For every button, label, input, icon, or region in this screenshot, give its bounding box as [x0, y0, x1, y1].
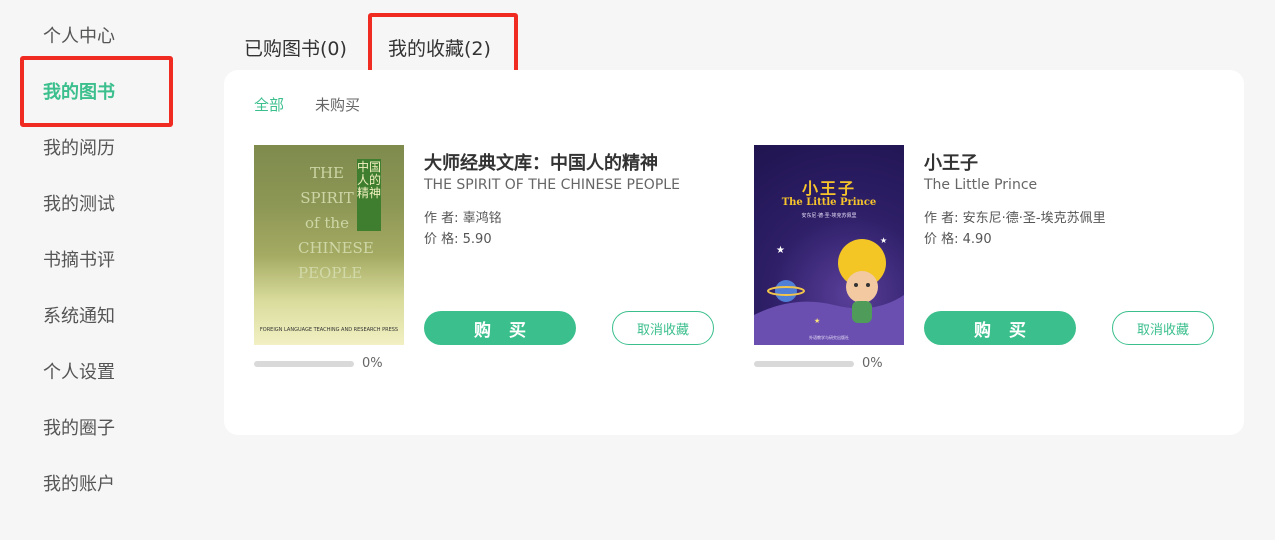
- highlight-box-my-books: [20, 56, 173, 127]
- cover-title-cn: 小王子: [801, 179, 856, 198]
- filter-all[interactable]: 全部: [254, 94, 284, 115]
- reading-progress-text: 0%: [362, 356, 383, 371]
- sidebar-item-system-notifications[interactable]: 系统通知: [43, 304, 115, 330]
- svg-text:★: ★: [814, 317, 820, 325]
- book-cover-image[interactable]: THE SPIRIT of the CHINESE PEOPLE 中国人的精神 …: [254, 145, 404, 345]
- book-price: 价 格: 5.90: [424, 232, 492, 247]
- favorites-panel: 全部 未购买 THE SPIRIT of the CHINESE PEOPLE …: [224, 70, 1244, 435]
- sidebar-item-my-tests[interactable]: 我的测试: [43, 192, 115, 218]
- cover-band-text: 中国人的精神: [357, 159, 381, 231]
- book-subtitle: THE SPIRIT OF THE CHINESE PEOPLE: [424, 177, 680, 193]
- tab-purchased-books[interactable]: 已购图书(0): [244, 34, 347, 61]
- sidebar-item-personal-center[interactable]: 个人中心: [43, 24, 115, 50]
- filter-not-purchased[interactable]: 未购买: [315, 94, 360, 115]
- sidebar-item-my-account[interactable]: 我的账户: [43, 472, 115, 498]
- book-price: 价 格: 4.90: [924, 232, 992, 247]
- book-card: THE SPIRIT of the CHINESE PEOPLE 中国人的精神 …: [254, 145, 714, 385]
- sidebar-item-reading-history[interactable]: 我的阅历: [43, 136, 115, 162]
- cover-title-text: THE SPIRIT of the CHINESE PEOPLE: [298, 164, 374, 282]
- sidebar-item-personal-settings[interactable]: 个人设置: [43, 360, 115, 386]
- highlight-box-favorites-tab: [368, 13, 518, 77]
- reading-progress-bar: [254, 361, 354, 367]
- book-author: 作 者: 辜鸿铭: [424, 211, 502, 226]
- book-title[interactable]: 小王子: [924, 149, 978, 175]
- reading-progress-bar: [754, 361, 854, 367]
- book-cover-image[interactable]: ★ ★ ★ 小王子 The Little Prince 安东尼·德·圣-埃克苏佩…: [754, 145, 904, 345]
- sidebar-item-excerpts-reviews[interactable]: 书摘书评: [43, 248, 115, 274]
- unfavorite-button[interactable]: 取消收藏: [1112, 311, 1214, 345]
- svg-text:★: ★: [880, 236, 887, 245]
- cover-title-en: The Little Prince: [781, 197, 877, 208]
- reading-progress-text: 0%: [862, 356, 883, 371]
- book-author: 作 者: 安东尼·德·圣-埃克苏佩里: [924, 211, 1106, 226]
- cover-publisher-text: FOREIGN LANGUAGE TEACHING AND RESEARCH P…: [259, 327, 399, 333]
- book-card: ★ ★ ★ 小王子 The Little Prince 安东尼·德·圣-埃克苏佩…: [754, 145, 1214, 385]
- sidebar-item-my-circles[interactable]: 我的圈子: [43, 416, 115, 442]
- cover-author-line: 安东尼·德·圣-埃克苏佩里: [801, 213, 857, 219]
- book-title[interactable]: 大师经典文库：中国人的精神: [424, 149, 658, 175]
- cover-publisher-text: 外语教学与研究出版社: [809, 335, 849, 340]
- unfavorite-button[interactable]: 取消收藏: [612, 311, 714, 345]
- svg-text:★: ★: [776, 245, 785, 256]
- book-subtitle: The Little Prince: [924, 177, 1038, 193]
- buy-button[interactable]: 购买: [924, 311, 1076, 345]
- buy-button[interactable]: 购买: [424, 311, 576, 345]
